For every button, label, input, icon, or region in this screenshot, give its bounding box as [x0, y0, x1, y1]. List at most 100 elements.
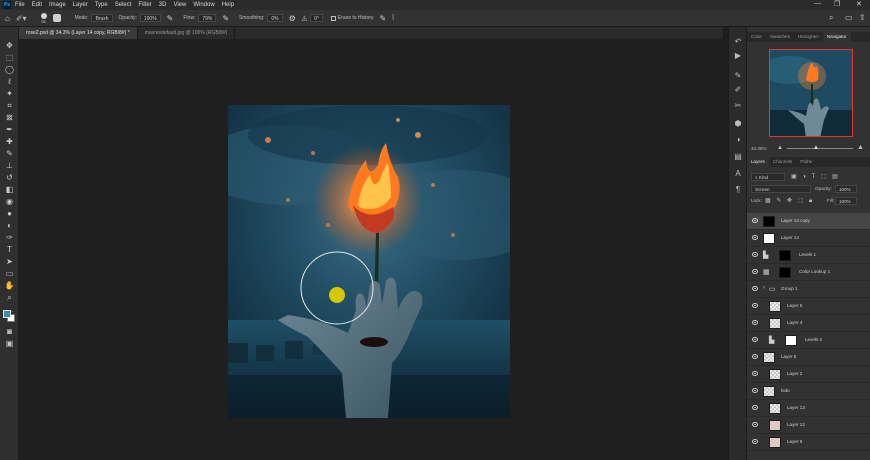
eraser-tool-preset-icon[interactable]: ✐▾	[16, 14, 27, 23]
erase-to-history-group[interactable]: Erase to History	[330, 15, 374, 21]
search-icon[interactable]: ⌕	[829, 13, 833, 23]
clone-stamp-tool-icon[interactable]: ⊥	[4, 161, 15, 170]
visibility-eye-icon[interactable]	[752, 405, 758, 410]
paint-bucket-tool-icon[interactable]: ◉	[4, 197, 15, 206]
minimize-button[interactable]: —	[814, 0, 821, 7]
layer-row-levels-2[interactable]: ▙ Levels 2	[747, 332, 870, 349]
menu-layer[interactable]: Layer	[73, 2, 88, 8]
visibility-eye-icon[interactable]	[752, 235, 758, 240]
layer-row-layer-14[interactable]: Layer 14	[747, 230, 870, 247]
visibility-eye-icon[interactable]	[752, 422, 758, 427]
crop-tool-icon[interactable]: ⌗	[4, 101, 15, 110]
layer-row-layer-9[interactable]: Layer 9	[747, 434, 870, 451]
blend-mode-select[interactable]: Screen	[751, 185, 811, 193]
tab-channels[interactable]: Channels	[769, 157, 796, 167]
tab-histogram[interactable]: Histogram	[794, 32, 823, 42]
menu-window[interactable]: Window	[193, 2, 214, 8]
menu-3d[interactable]: 3D	[159, 2, 167, 8]
menu-view[interactable]: View	[173, 2, 186, 8]
menu-help[interactable]: Help	[222, 2, 234, 8]
adjustments-panel-icon[interactable]: ◑	[733, 135, 743, 144]
visibility-eye-icon[interactable]	[752, 303, 758, 308]
layer-row-layer-13[interactable]: Layer 13	[747, 400, 870, 417]
symmetry-icon[interactable]: ⦚	[392, 13, 394, 23]
paragraph-panel-icon[interactable]: ¶	[733, 185, 743, 194]
rectangle-tool-icon[interactable]: ▭	[4, 269, 15, 278]
quick-select-tool-icon[interactable]: ✦	[4, 89, 15, 98]
workspace-icon[interactable]: ▭	[845, 13, 853, 22]
libraries-panel-icon[interactable]: ⬢	[733, 119, 743, 128]
angle-field[interactable]: 0°	[310, 14, 323, 22]
menu-file[interactable]: File	[15, 2, 25, 8]
opacity-field[interactable]: 100%	[139, 14, 161, 22]
pen-tool-icon[interactable]: ✑	[4, 233, 15, 242]
layer-row-group-1[interactable]: › ▭ Group 1	[747, 281, 870, 298]
visibility-eye-icon[interactable]	[752, 371, 758, 376]
tab-swatches[interactable]: Swatches	[766, 32, 794, 42]
history-panel-icon[interactable]: ↶	[733, 37, 743, 46]
brush-tool-icon[interactable]: ✎	[4, 149, 15, 158]
brush-settings-icon[interactable]	[52, 14, 61, 22]
foreground-color-swatch[interactable]	[3, 310, 11, 318]
lock-icons[interactable]: ▦ ✎ ✥ ⬚ 🔒︎	[765, 197, 814, 205]
menu-type[interactable]: Type	[95, 2, 108, 8]
visibility-eye-icon[interactable]	[752, 439, 758, 444]
layer-row-lodo[interactable]: lodo	[747, 383, 870, 400]
group-expand-chevron-icon[interactable]: ›	[763, 285, 765, 291]
mode-select[interactable]: Brush	[91, 14, 113, 22]
home-icon[interactable]: ⌂	[5, 14, 10, 23]
quick-mask-icon[interactable]: ◙	[4, 327, 15, 336]
eraser-tool-icon[interactable]: ◧	[4, 185, 15, 194]
visibility-eye-icon[interactable]	[752, 354, 758, 359]
layer-row-color-lookup-1[interactable]: ▦ Color Lookup 1	[747, 264, 870, 281]
layer-row-layer-5[interactable]: Layer 5	[747, 298, 870, 315]
erase-to-history-checkbox[interactable]	[330, 15, 336, 21]
visibility-eye-icon[interactable]	[752, 218, 758, 223]
canvas-area[interactable]	[19, 39, 723, 460]
layer-row-layer-2[interactable]: Layer 2	[747, 366, 870, 383]
maximize-button[interactable]: ❐	[834, 0, 840, 8]
marquee-tool-icon[interactable]: ◯	[4, 65, 15, 74]
layer-opacity-field[interactable]: 100%	[835, 185, 857, 193]
tab-color[interactable]: Color	[747, 32, 766, 42]
airbrush-icon[interactable]: ✎	[222, 14, 229, 23]
layer-row-layer-4[interactable]: Layer 4	[747, 315, 870, 332]
tab-rose2[interactable]: rose2.psd @ 34.3% (Layer 14 copy, RGB/8#…	[19, 27, 138, 39]
history-brush-tool-icon[interactable]: ↺	[4, 173, 15, 182]
layer-row-layer-14-copy[interactable]: Layer 14 copy	[747, 213, 870, 230]
properties-panel-icon[interactable]: ▤	[733, 152, 743, 161]
screen-mode-icon[interactable]: ▣	[4, 339, 15, 348]
visibility-eye-icon[interactable]	[752, 320, 758, 325]
zoom-out-icon[interactable]: ▲	[777, 145, 783, 151]
pressure-opacity-icon[interactable]: ✎	[167, 14, 174, 23]
layer-filter-icons[interactable]: ▣ ◑ T ⬚ ▤	[791, 173, 840, 180]
artboard-tool-icon[interactable]: ⬚	[4, 53, 15, 62]
path-selection-tool-icon[interactable]: ➤	[4, 257, 15, 266]
pressure-size-icon[interactable]: ✎	[380, 14, 387, 23]
brush-preset-picker[interactable]: 56	[40, 12, 47, 24]
zoom-slider-track[interactable]	[787, 148, 853, 149]
zoom-slider-handle[interactable]: ▲	[813, 145, 819, 151]
layer-row-layer-5b[interactable]: Layer 5	[747, 349, 870, 366]
smoothing-options-gear-icon[interactable]: ⚙	[289, 14, 296, 23]
visibility-eye-icon[interactable]	[752, 286, 758, 291]
layer-fill-field[interactable]: 100%	[835, 197, 857, 205]
close-button[interactable]: ✕	[856, 0, 862, 8]
zoom-in-icon[interactable]: ▲	[857, 144, 864, 151]
healing-brush-tool-icon[interactable]: ✚	[4, 137, 15, 146]
menu-image[interactable]: Image	[49, 2, 66, 8]
menu-select[interactable]: Select	[115, 2, 132, 8]
navigator-thumbnail[interactable]	[769, 49, 853, 137]
blur-tool-icon[interactable]: ●	[4, 209, 15, 218]
lasso-tool-icon[interactable]: ℓ	[4, 77, 15, 86]
visibility-eye-icon[interactable]	[752, 388, 758, 393]
actions-panel-icon[interactable]: ▶	[733, 51, 743, 60]
type-panel-icon[interactable]: A	[733, 169, 743, 178]
dodge-tool-icon[interactable]: ◐	[4, 221, 15, 230]
type-tool-icon[interactable]: T	[4, 245, 15, 254]
tab-maxresdefault[interactable]: maxresdefault.jpg @ 100% (RGB/8#)	[138, 27, 236, 39]
share-icon[interactable]: ⇪	[859, 13, 866, 22]
visibility-eye-icon[interactable]	[752, 337, 758, 342]
frame-tool-icon[interactable]: ⊠	[4, 113, 15, 122]
clone-source-panel-icon[interactable]: ✂	[733, 101, 743, 110]
